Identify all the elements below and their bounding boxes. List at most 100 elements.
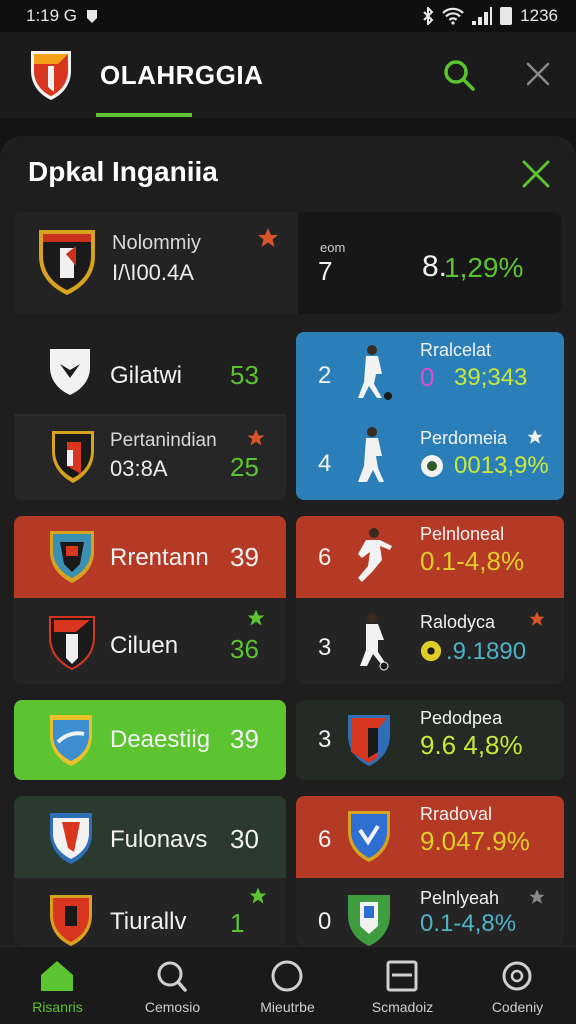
nav-item-search[interactable]: Cemosio — [115, 947, 230, 1024]
home-icon — [41, 961, 73, 991]
status-bar: 1:19 G 1236 — [0, 0, 576, 32]
team-group-card: Gilatwi 53 Pertanindian 03:8A 25 — [14, 332, 286, 500]
favorite-star-icon[interactable] — [246, 428, 266, 448]
player-figure-icon — [358, 345, 392, 400]
team-crest-icon — [50, 715, 92, 766]
player-label: Pelnloneal — [420, 524, 505, 544]
signal-icon — [472, 7, 493, 25]
player-label: Pelnlyeah — [420, 888, 500, 908]
panel-close-icon[interactable] — [516, 154, 556, 194]
ball-icon — [421, 455, 443, 477]
team-crest-icon — [348, 715, 390, 766]
team-row[interactable]: Deaestiig 39 — [14, 700, 286, 780]
nav-item-matches[interactable]: Mieutrbe — [230, 947, 345, 1024]
player-rank: 3 — [318, 726, 332, 753]
app-logo — [31, 51, 71, 100]
favorite-star-icon[interactable] — [248, 886, 268, 906]
featured-team-code: I/\I00.4A — [112, 260, 194, 285]
team-crest-icon — [52, 431, 94, 483]
app-header: OLAHRGGIA — [0, 32, 576, 118]
team-crest-icon — [49, 616, 95, 671]
team-score: 36 — [230, 634, 259, 664]
title-underline — [96, 113, 192, 117]
player-label: Rralcelat — [420, 340, 492, 360]
nav-label-matches: Mieutrbe — [260, 999, 315, 1015]
player-row[interactable]: 2 Rralcelat 0 39;343 — [296, 332, 564, 416]
featured-team-card[interactable]: Nolommiy I/\I00.4A eom 7 8. 1,29% — [14, 212, 562, 314]
calendar-icon — [386, 960, 418, 992]
player-figure-icon — [360, 613, 389, 671]
featured-small-label: eom — [320, 240, 346, 255]
team-name: Tiurallv — [110, 908, 187, 935]
wifi-icon — [442, 7, 464, 25]
team-crest-icon — [50, 349, 90, 395]
player-row[interactable]: 4 Perdomeia 0013,9% — [296, 416, 564, 500]
featured-percent: 1,29% — [444, 252, 524, 283]
nav-item-home[interactable]: Risanris — [0, 947, 115, 1024]
team-subtitle: 03:8A — [110, 456, 168, 481]
favorite-star-icon[interactable] — [528, 610, 546, 628]
player-label: Ralodyca — [420, 612, 496, 632]
player-group-card: 2 Rralcelat 0 39;343 4 Perdomeia 0013,9% — [296, 332, 564, 500]
favorite-star-icon[interactable] — [526, 428, 544, 446]
featured-rank: 7 — [318, 256, 333, 286]
player-group-card: 6 Rradoval 9.047.9% 0 Pelnlyeah 0.1-4,8% — [296, 796, 564, 946]
team-score: 30 — [230, 824, 259, 854]
circle-icon — [271, 960, 303, 992]
team-name: Fulonavs — [110, 826, 208, 853]
player-rank: 2 — [318, 362, 332, 389]
player-value: .9.1890 — [446, 638, 527, 665]
header-close-icon[interactable] — [520, 56, 556, 92]
player-label: Rradoval — [420, 804, 493, 824]
settings-icon — [502, 961, 532, 991]
notification-icon — [87, 10, 98, 23]
nav-label-settings: Codeniy — [491, 999, 544, 1015]
team-name: Deaestiig — [110, 726, 211, 753]
team-row[interactable]: Fulonavs 30 — [14, 796, 286, 878]
bluetooth-icon — [423, 7, 434, 25]
nav-label-home: Risanris — [32, 999, 83, 1015]
app-title: OLAHRGGIA — [100, 60, 264, 90]
team-score: 39 — [230, 724, 259, 754]
player-label: Perdomeia — [420, 428, 508, 448]
team-name: Gilatwi — [110, 362, 183, 389]
player-row[interactable]: 3 Pedodpea 9.6 4,8% — [296, 700, 564, 780]
player-figure-icon — [358, 528, 392, 582]
player-row[interactable]: 6 Rradoval 9.047.9% — [296, 796, 564, 878]
player-rank: 6 — [318, 826, 332, 853]
featured-team-name: Nolommiy — [112, 232, 201, 254]
player-rank: 0 — [318, 908, 332, 935]
player-value: 0.1-4,8% — [420, 910, 517, 937]
nav-item-settings[interactable]: Codeniy — [460, 947, 575, 1024]
team-crest-icon — [39, 230, 95, 295]
favorite-star-icon[interactable] — [246, 608, 266, 628]
header-search-icon[interactable] — [440, 56, 478, 94]
nav-label-schedule: Scmadoiz — [371, 999, 434, 1015]
favorite-star-icon[interactable] — [256, 226, 280, 250]
team-crest-icon — [50, 813, 92, 864]
team-score: 1 — [230, 908, 245, 938]
favorite-star-icon[interactable] — [528, 888, 546, 906]
panel-title: Dpkal Inganiia — [28, 156, 218, 187]
search-icon — [157, 961, 187, 992]
team-name: Pertanindian — [110, 430, 217, 451]
team-row[interactable]: Ciluen 36 — [14, 600, 286, 684]
team-name: Ciluen — [110, 632, 179, 659]
team-row[interactable]: Tiurallv 1 — [14, 880, 286, 946]
nav-item-schedule[interactable]: Scmadoiz — [345, 947, 460, 1024]
player-label: Pedodpea — [420, 708, 503, 728]
team-crest-icon — [50, 531, 94, 583]
player-row[interactable]: 3 Ralodyca .9.1890 — [296, 600, 564, 684]
player-value: 9.047.9% — [420, 826, 530, 856]
player-row[interactable]: 0 Pelnlyeah 0.1-4,8% — [296, 880, 564, 946]
player-row[interactable]: 6 Pelnloneal 0.1-4,8% — [296, 516, 564, 598]
battery-icon — [500, 7, 513, 25]
player-rank: 4 — [318, 450, 332, 477]
bottom-nav: Risanris Cemosio Mieutrbe Scmadoiz Coden… — [0, 946, 576, 1024]
team-score: 25 — [230, 452, 259, 482]
team-row[interactable]: Rrentann 39 — [14, 516, 286, 598]
team-score: 39 — [230, 542, 259, 572]
player-value-prefix: 0 — [420, 362, 435, 392]
team-row[interactable]: Gilatwi 53 — [14, 332, 286, 414]
team-row[interactable]: Pertanindian 03:8A 25 — [14, 416, 286, 500]
